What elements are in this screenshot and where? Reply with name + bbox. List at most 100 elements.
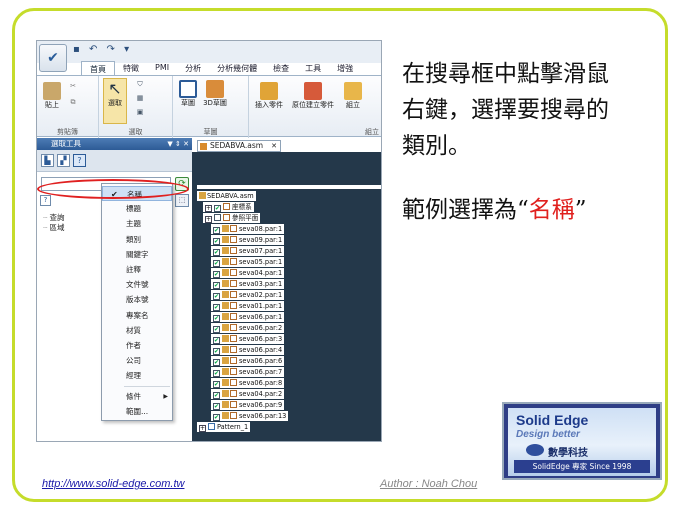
quick-access-icons[interactable]: ▪ ↶ ↷ ▾ [73,44,132,55]
checkbox[interactable]: ✔ [213,414,220,421]
menu-item[interactable]: 類別 [102,232,172,247]
menu-item[interactable]: 公司 [102,353,172,368]
tree-node-part[interactable]: ✔ seva02.par:1 [211,290,285,300]
select-button[interactable]: ↖ 選取 [103,78,127,124]
part-filter-icon[interactable]: ▙ [41,154,54,167]
checkbox[interactable]: ✔ [213,282,220,289]
tree-node-part[interactable]: ✔ seva06.par:6 [211,356,285,366]
menu-item[interactable]: 條件 ▶ [102,389,172,404]
paste-button[interactable]: 貼上 [41,82,63,110]
tree-node-part[interactable]: ✔ seva03.par:1 [211,279,285,289]
tab-inspect[interactable]: 檢查 [265,61,297,75]
tree-node-part[interactable]: ✔ seva06.par:7 [211,367,285,377]
tree-root[interactable]: SEDABVA.asm [197,191,256,201]
checkbox[interactable]: ✔ [213,359,220,366]
part-status-icon [230,280,237,287]
group-clipboard: 貼上 ✂ ⧉ 剪貼簿 [37,76,99,138]
tree-node-part[interactable]: ✔ seva07.par:1 [211,246,285,256]
tree-item-query[interactable]: 查詢 [43,213,65,223]
create-in-place-button[interactable]: 原位建立零件 [289,82,337,110]
website-link[interactable]: http://www.solid-edge.com.tw [42,478,184,490]
tab-features[interactable]: 特徵 [115,61,147,75]
assemble-icon [344,82,362,100]
checkbox[interactable]: ✔ [213,293,220,300]
group-filter-icon[interactable]: ▞ [57,154,70,167]
close-tab-icon[interactable]: ✕ [271,141,277,151]
tree-item-region[interactable]: 區域 [43,223,65,233]
copy-icon[interactable]: ⧉ [67,98,79,110]
tree-node-part[interactable]: ✔ seva06.par:2 [211,323,285,333]
query-icon[interactable]: ? [73,154,86,167]
filter-icon[interactable]: ⛉ [133,80,147,89]
select-mode-icon[interactable]: ▦ [133,94,147,102]
tab-home[interactable]: 首頁 [81,61,115,75]
select-option-icon[interactable]: ▣ [133,108,147,116]
document-tab[interactable]: SEDABVA.asm ✕ [197,140,281,152]
tree-node-pattern[interactable]: + Pattern_1 [197,422,251,432]
tree-node-part[interactable]: ✔ seva06.par:3 [211,334,285,344]
checkbox[interactable]: ✔ [213,304,220,311]
tree-node-part[interactable]: ✔ seva04.par:2 [211,389,285,399]
tree-node[interactable]: + 參照平面 [203,213,261,223]
tree-node-part[interactable]: ✔ seva04.par:1 [211,268,285,278]
tab-enhance[interactable]: 增強 [329,61,361,75]
tree-node-part[interactable]: ✔ seva08.par:1 [211,224,285,234]
menu-item[interactable]: 作者 [102,338,172,353]
help-icon[interactable]: ? [40,195,51,206]
coordinate-icon [223,203,230,210]
insert-part-button[interactable]: 插入零件 [251,82,287,110]
tree-node-part[interactable]: ✔ seva06.par:8 [211,378,285,388]
tree-node-part[interactable]: ✔ seva06.par:4 [211,345,285,355]
checkbox[interactable]: ✔ [213,271,220,278]
tab-pmi[interactable]: PMI [147,61,177,75]
tree-node-part[interactable]: ✔ seva05.par:1 [211,257,285,267]
menu-item[interactable]: 標題 [102,201,172,216]
menu-item[interactable]: 範圍... [102,404,172,419]
menu-item[interactable]: 版本號 [102,292,172,307]
checkbox[interactable]: ✔ [213,238,220,245]
checkbox[interactable]: ✔ [213,227,220,234]
menu-item[interactable]: 主題 [102,216,172,231]
checkbox[interactable]: ✔ [213,337,220,344]
menu-item[interactable]: 關鍵字 [102,247,172,262]
checkbox[interactable]: ✔ [213,370,220,377]
group-sketch: 草圖 3D草圖 草圖 [173,76,249,138]
search-category-menu: ✔ 名稱 標題 主題 類別 關鍵字 註釋 文件號 版本號 專案名 材質 作者 公司 經理 條件 ▶ 範圍... [101,183,173,421]
create-in-place-icon [304,82,322,100]
checkbox[interactable]: ✔ [213,381,220,388]
application-button[interactable]: ✔ [39,44,67,72]
menu-item[interactable]: 材質 [102,323,172,338]
menu-item[interactable]: 註釋 [102,262,172,277]
part-status-icon [230,247,237,254]
tree-node-part[interactable]: ✔ seva06.par:9 [211,400,285,410]
tree-node-part[interactable]: ✔ seva06.par:1 [211,312,285,322]
part-status-icon [230,313,237,320]
tab-analyze[interactable]: 分析 [177,61,209,75]
assemble-button[interactable]: 組立 [341,82,365,110]
tree-node-part[interactable]: ✔ seva06.par:13 [211,411,289,421]
tree-node-part[interactable]: ✔ seva01.par:1 [211,301,285,311]
sketch-button[interactable]: 草圖 [177,80,199,108]
checkbox[interactable]: ✔ [213,260,220,267]
part-status-icon [230,236,237,243]
cut-icon[interactable]: ✂ [67,82,79,94]
tree-node-part[interactable]: ✔ seva09.par:1 [211,235,285,245]
pane-controls[interactable]: ▼ ⇕ ✕ [167,138,189,150]
checkbox[interactable]: ✔ [213,348,220,355]
tree-node[interactable]: + ✔ 座標系 [203,202,254,212]
checkbox[interactable]: ✔ [213,315,220,322]
menu-item[interactable]: 文件號 [102,277,172,292]
checkbox[interactable]: ✔ [213,249,220,256]
find-button[interactable]: ⬚ [175,194,189,207]
menu-item[interactable]: 經理 [102,368,172,383]
tab-tools[interactable]: 工具 [297,61,329,75]
part-status-icon [230,225,237,232]
checkbox[interactable]: ✔ [213,403,220,410]
3d-sketch-button[interactable]: 3D草圖 [203,80,227,108]
menu-item[interactable]: 專案名 [102,308,172,323]
checkbox[interactable]: ✔ [214,205,221,212]
checkbox[interactable]: ✔ [213,326,220,333]
checkbox[interactable] [214,214,221,221]
checkbox[interactable]: ✔ [213,392,220,399]
tab-analyze-geometry[interactable]: 分析幾何體 [209,61,265,75]
